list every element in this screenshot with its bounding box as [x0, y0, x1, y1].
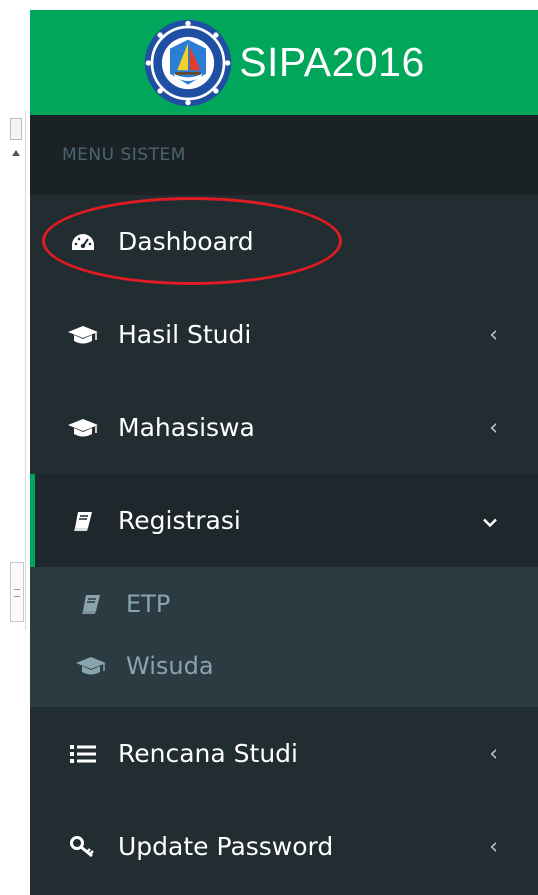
- app-title: SIPA2016: [239, 39, 425, 85]
- book-icon: [66, 508, 100, 534]
- sidebar-subitem-label: ETP: [126, 590, 171, 618]
- chevron-down-icon[interactable]: [482, 508, 498, 533]
- brand-header[interactable]: SIPA2016: [30, 10, 538, 115]
- left-gutter: [0, 0, 30, 895]
- list-icon: [66, 741, 100, 767]
- sidebar-item-rencana-studi[interactable]: Rencana Studi ‹: [30, 707, 538, 800]
- sidebar-item-label: Hasil Studi: [118, 320, 252, 349]
- submenu-registrasi: ETP Wisuda: [30, 567, 538, 707]
- sidebar-item-label: Rencana Studi: [118, 739, 298, 768]
- scroll-up-arrow-icon[interactable]: [12, 150, 20, 156]
- sidebar: SIPA2016 MENU SISTEM Dashboard Hasil Stu…: [30, 10, 538, 895]
- sidebar-item-hasil-studi[interactable]: Hasil Studi ‹: [30, 288, 538, 381]
- sidebar-menu: Dashboard Hasil Studi ‹ Mahasiswa ‹ Regi…: [30, 195, 538, 893]
- sidebar-item-update-password[interactable]: Update Password ‹: [30, 800, 538, 893]
- sidebar-item-registrasi[interactable]: Registrasi: [30, 474, 538, 567]
- sidebar-subitem-label: Wisuda: [126, 652, 214, 680]
- graduation-cap-icon: [66, 415, 100, 441]
- menu-section-header: MENU SISTEM: [30, 115, 538, 195]
- graduation-cap-icon: [74, 653, 108, 679]
- sidebar-item-label: Registrasi: [118, 506, 241, 535]
- chevron-left-icon[interactable]: ‹: [489, 415, 498, 440]
- key-icon: [66, 834, 100, 860]
- chevron-left-icon[interactable]: ‹: [489, 834, 498, 859]
- sidebar-item-label: Update Password: [118, 832, 334, 861]
- sidebar-item-dashboard[interactable]: Dashboard: [30, 195, 538, 288]
- window-edge: [8, 110, 26, 630]
- sidebar-item-label: Dashboard: [118, 227, 254, 256]
- university-logo-icon: [144, 19, 232, 106]
- sidebar-item-label: Mahasiswa: [118, 413, 255, 442]
- scroll-marker: [10, 118, 22, 140]
- chevron-left-icon[interactable]: ‹: [489, 322, 498, 347]
- graduation-cap-icon: [66, 322, 100, 348]
- chevron-left-icon[interactable]: ‹: [489, 741, 498, 766]
- dashboard-icon: [66, 229, 100, 255]
- sidebar-subitem-wisuda[interactable]: Wisuda: [30, 635, 538, 697]
- resize-handle[interactable]: [10, 562, 24, 622]
- sidebar-subitem-etp[interactable]: ETP: [30, 573, 538, 635]
- sidebar-item-mahasiswa[interactable]: Mahasiswa ‹: [30, 381, 538, 474]
- book-icon: [74, 591, 108, 617]
